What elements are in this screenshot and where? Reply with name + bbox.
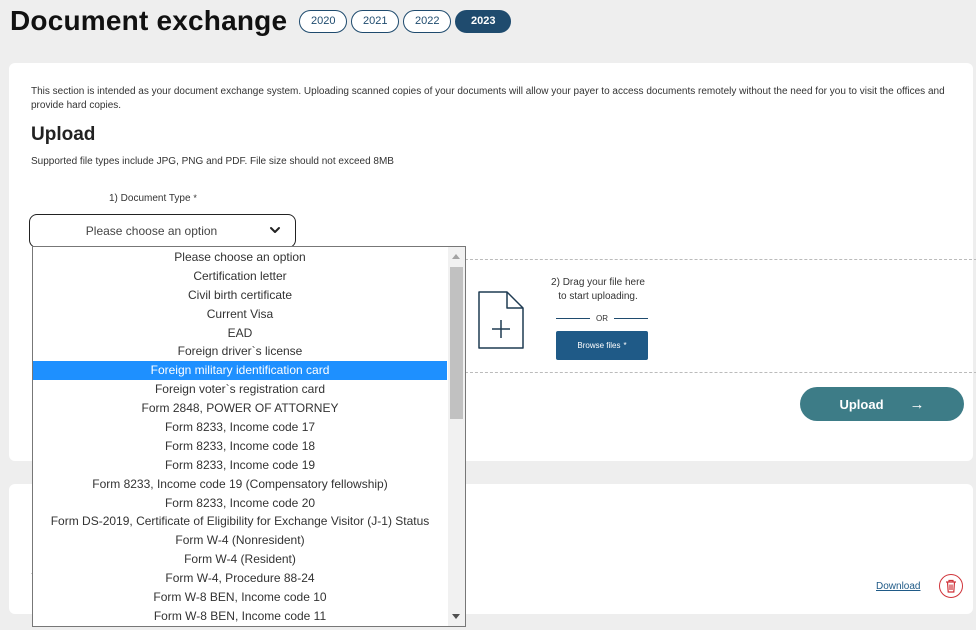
page: Document exchange 2020 2021 2022 2023 Th…	[0, 0, 976, 630]
browse-files-label: Browse files	[577, 341, 621, 350]
page-title: Document exchange	[10, 5, 288, 36]
or-divider: OR	[556, 312, 648, 324]
scroll-up-icon[interactable]	[452, 254, 460, 259]
option-item[interactable]: Form W-8 BEN, Income code 11	[33, 607, 447, 626]
option-item[interactable]: Foreign voter`s registration card	[33, 380, 447, 399]
trash-icon	[946, 579, 956, 593]
download-link[interactable]: Download	[876, 581, 920, 592]
document-type-label-text: 1) Document Type	[109, 193, 191, 204]
delete-button[interactable]	[939, 574, 963, 598]
drag-instructions: 2) Drag your file here to start uploadin…	[528, 276, 668, 304]
drag-line-2: to start uploading.	[558, 291, 638, 302]
option-item[interactable]: Civil birth certificate	[33, 286, 447, 305]
option-item[interactable]: Form W-4 (Resident)	[33, 550, 447, 569]
year-tab-2022[interactable]: 2022	[403, 9, 452, 33]
option-item[interactable]: Form 2848, POWER OF ATTORNEY	[33, 399, 447, 418]
document-type-select[interactable]: Please choose an option	[29, 214, 296, 248]
document-type-label: 1) Document Type *	[109, 193, 197, 204]
browse-required-asterisk: *	[623, 341, 627, 350]
file-dropzone[interactable]: 2) Drag your file here to start uploadin…	[455, 259, 976, 373]
arrow-right-icon: →	[909, 395, 925, 413]
or-line-left	[556, 317, 590, 319]
browse-files-button[interactable]: Browse files *	[556, 331, 648, 360]
or-text: OR	[596, 313, 608, 323]
option-item[interactable]: Current Visa	[33, 305, 447, 324]
option-item[interactable]: Form W-4 (Nonresident)	[33, 531, 447, 550]
file-plus-icon	[478, 291, 524, 349]
option-item[interactable]: Foreign driver`s license	[33, 342, 447, 361]
option-item[interactable]: Form 8233, Income code 18	[33, 437, 447, 456]
scroll-down-icon[interactable]	[452, 614, 460, 619]
file-types-note: Supported file types include JPG, PNG an…	[31, 156, 394, 167]
drag-line-1: 2) Drag your file here	[551, 277, 645, 288]
option-item[interactable]: Certification letter	[33, 267, 447, 286]
option-item[interactable]: Please choose an option	[33, 248, 447, 267]
required-asterisk: *	[193, 193, 197, 203]
chevron-down-icon	[270, 227, 280, 233]
upload-heading: Upload	[31, 124, 96, 145]
year-tabs: 2020 2021 2022 2023	[299, 9, 512, 33]
option-item[interactable]: Form W-4, Procedure 88-24	[33, 569, 447, 588]
options-scrollbar[interactable]	[448, 247, 465, 626]
option-item[interactable]: EAD	[33, 324, 447, 343]
year-tab-2021[interactable]: 2021	[351, 9, 400, 33]
upload-button-label: Upload	[839, 396, 884, 412]
option-item[interactable]: Form DS-2019, Certificate of Eligibility…	[33, 512, 447, 531]
option-item[interactable]: Form 8233, Income code 17	[33, 418, 447, 437]
document-type-options: Please choose an option Certification let…	[32, 246, 466, 627]
upload-button[interactable]: Upload →	[800, 387, 964, 421]
or-line-right	[614, 317, 648, 319]
scroll-thumb[interactable]	[450, 267, 463, 419]
option-item[interactable]: Form 8233, Income code 20	[33, 494, 447, 513]
option-item[interactable]: Foreign military identification card	[33, 361, 447, 381]
option-item[interactable]: Form 8233, Income code 19 (Compensatory …	[33, 475, 447, 494]
header: Document exchange 2020 2021 2022 2023	[10, 5, 512, 37]
year-tab-2023[interactable]: 2023	[455, 9, 512, 33]
option-item[interactable]: Form W-8 BEN, Income code 10	[33, 588, 447, 607]
option-item[interactable]: Form 8233, Income code 19	[33, 456, 447, 475]
year-tab-2020[interactable]: 2020	[299, 9, 348, 33]
options-list: Please choose an option Certification let…	[33, 248, 447, 626]
intro-text: This section is intended as your documen…	[31, 86, 945, 111]
document-type-select-value: Please choose an option	[85, 224, 218, 238]
